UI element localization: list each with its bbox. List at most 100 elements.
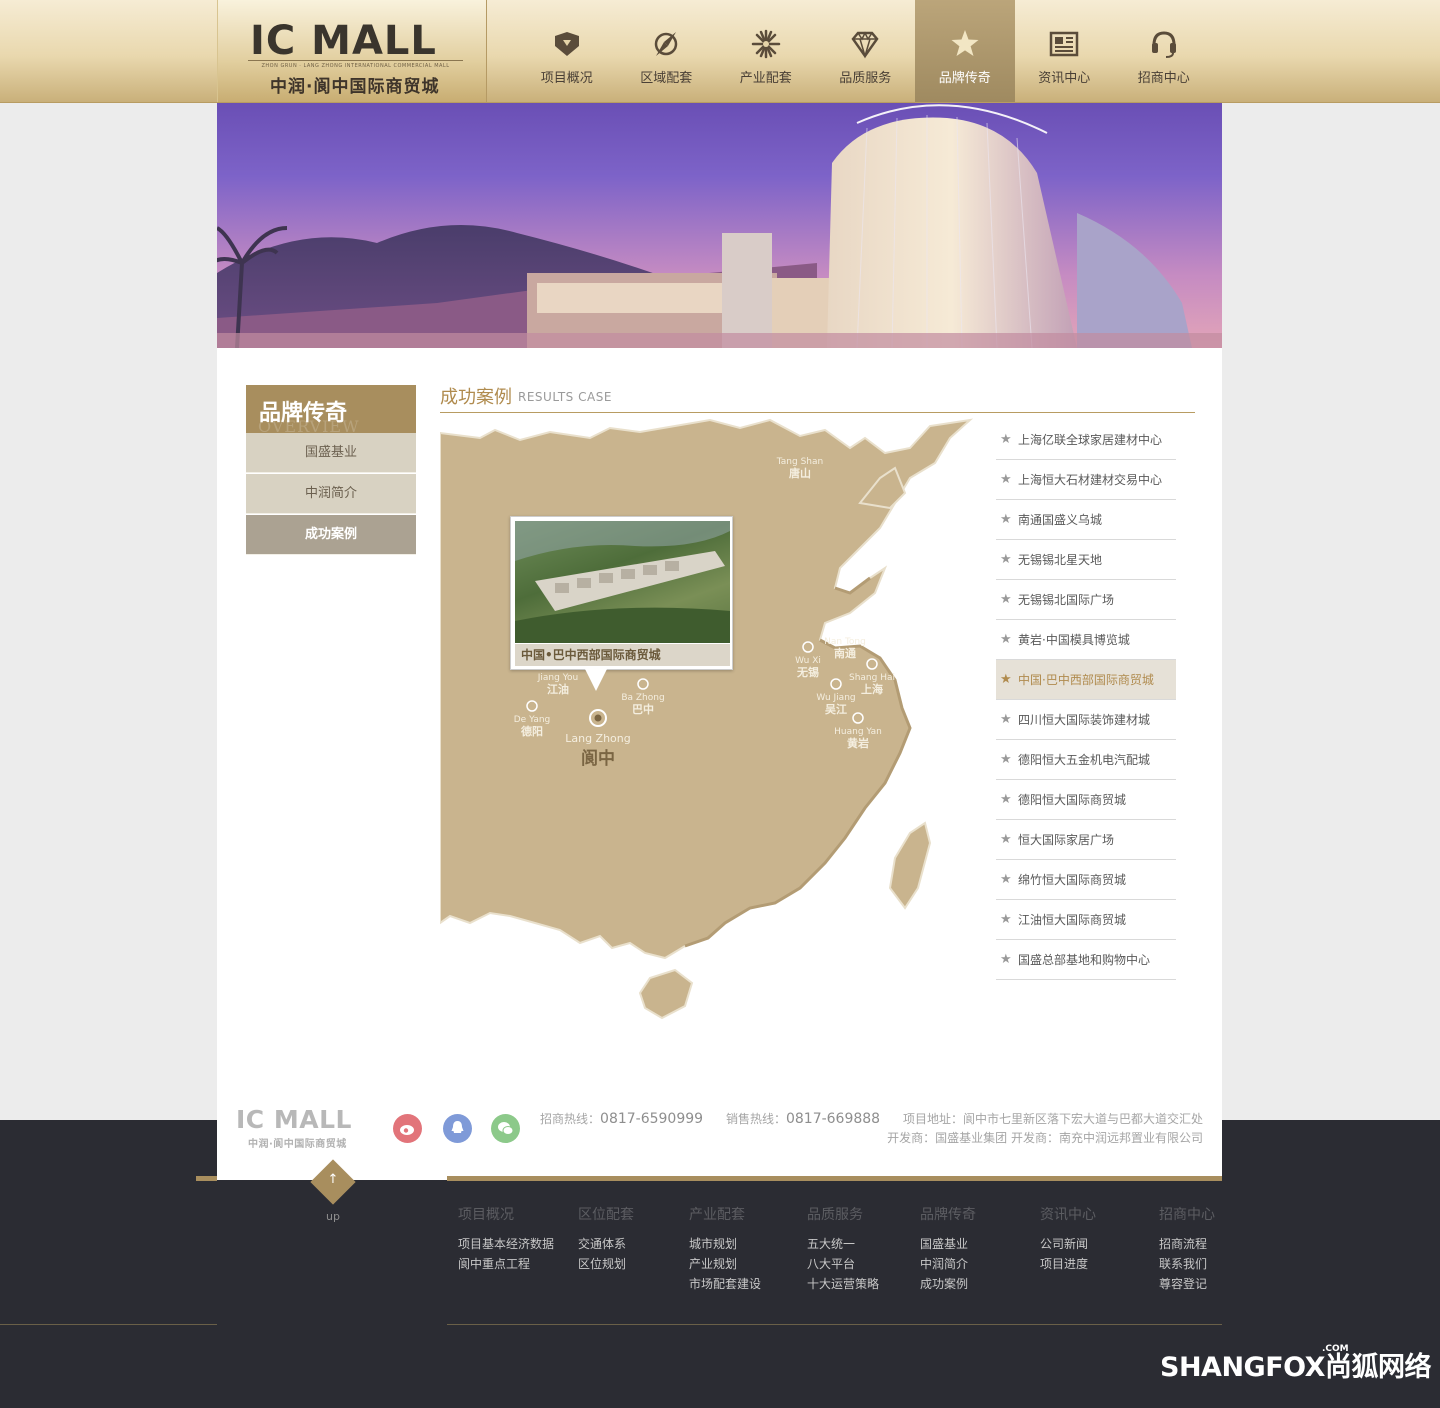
nav-item-3[interactable]: 品质服务: [816, 0, 916, 102]
case-item[interactable]: ★ 中国·巴中西部国际商贸城: [996, 660, 1176, 700]
case-item[interactable]: ★ 南通国盛义乌城: [996, 500, 1176, 540]
project-callout[interactable]: 中国•巴中西部国际商贸城: [510, 516, 733, 670]
sidebar-item-success-cases[interactable]: 成功案例: [246, 515, 416, 555]
footer-link[interactable]: 阆中重点工程: [458, 1254, 554, 1274]
footer-column: 产业配套城市规划 产业规划 市场配套建设: [689, 1204, 761, 1294]
callout-pointer: [585, 669, 607, 691]
case-item[interactable]: ★ 德阳恒大五金机电汽配城: [996, 740, 1176, 780]
case-item[interactable]: ★ 江油恒大国际商贸城: [996, 900, 1176, 940]
case-item[interactable]: ★ 德阳恒大国际商贸城: [996, 780, 1176, 820]
footer-link[interactable]: 五大统一: [807, 1234, 879, 1254]
sidebar-item-guosheng[interactable]: 国盛基业: [246, 433, 416, 473]
sidebar-header: 品牌传奇 OVERVIEW: [246, 385, 416, 433]
logo-divider: [248, 60, 463, 61]
case-item[interactable]: ★ 恒大国际家居广场: [996, 820, 1176, 860]
case-item[interactable]: ★ 黄岩·中国模具博览城: [996, 620, 1176, 660]
section-divider: [440, 412, 1195, 413]
case-item[interactable]: ★ 无锡锡北星天地: [996, 540, 1176, 580]
developer-info: 开发商：国盛基业集团 开发商：南充中润远邦置业有限公司: [887, 1131, 1203, 1145]
logo-subtitle: ZHON GRUN · LANG ZHONG INTERNATIONAL COM…: [261, 63, 450, 69]
footer-column-heading[interactable]: 品质服务: [807, 1204, 879, 1224]
footer-link[interactable]: 交通体系: [578, 1234, 634, 1254]
star-icon: ★: [1000, 472, 1012, 487]
footer-column-heading[interactable]: 资讯中心: [1040, 1204, 1096, 1224]
sales-number: 0817-669888: [785, 1111, 881, 1127]
city-name-en: Ba Zhong: [621, 693, 664, 703]
city-name-cn: 吴江: [825, 702, 847, 716]
star-icon: ★: [1000, 872, 1012, 887]
newspaper-icon: [1048, 28, 1080, 60]
footer-link[interactable]: 区位规划: [578, 1254, 634, 1274]
case-item[interactable]: ★ 无锡锡北国际广场: [996, 580, 1176, 620]
case-item[interactable]: ★ 上海亿联全球家居建材中心: [996, 420, 1176, 460]
nav-item-5[interactable]: 资讯中心: [1015, 0, 1115, 102]
footer-link[interactable]: 成功案例: [920, 1274, 976, 1294]
footer-link[interactable]: 十大运营策略: [807, 1274, 879, 1294]
gem-icon: [849, 28, 881, 60]
nav-label: 区域配套: [640, 71, 693, 86]
case-label: 无锡锡北国际广场: [1018, 593, 1115, 607]
case-item[interactable]: ★ 上海恒大石材建材交易中心: [996, 460, 1176, 500]
case-label: 黄岩·中国模具博览城: [1018, 633, 1130, 647]
weibo-icon[interactable]: [393, 1114, 422, 1143]
city-name-cn: 无锡: [796, 665, 819, 679]
nav-label: 品牌传奇: [938, 71, 991, 86]
footer-link[interactable]: 国盛基业: [920, 1234, 976, 1254]
city-dot-core: [594, 714, 602, 722]
footer-link[interactable]: 项目基本经济数据: [458, 1234, 554, 1254]
case-label: 恒大国际家居广场: [1018, 833, 1115, 847]
case-item[interactable]: ★ 四川恒大国际装饰建材城: [996, 700, 1176, 740]
footer-column: 品牌传奇国盛基业 中润简介 成功案例: [920, 1204, 976, 1294]
footer-column-heading[interactable]: 产业配套: [689, 1204, 761, 1224]
footer-link[interactable]: 中润简介: [920, 1254, 976, 1274]
project-callout-caption: 中国•巴中西部国际商贸城: [515, 644, 730, 666]
headset-icon: [1148, 28, 1180, 60]
nav-label: 资讯中心: [1038, 71, 1091, 86]
taiwan-shape: [888, 821, 932, 910]
footer-link[interactable]: 尊容登记: [1159, 1274, 1215, 1294]
city-name-cn: 唐山: [789, 466, 811, 480]
footer-column-heading[interactable]: 品牌传奇: [920, 1204, 976, 1224]
case-label: 上海恒大石材建材交易中心: [1018, 473, 1163, 487]
footer-column-heading[interactable]: 项目概况: [458, 1204, 554, 1224]
city-name-en: Lang Zhong: [565, 732, 631, 745]
case-label: 国盛总部基地和购物中心: [1018, 953, 1151, 967]
footer-logo[interactable]: IC MALL: [236, 1105, 352, 1134]
nav-item-1[interactable]: 区域配套: [617, 0, 717, 102]
footer-link[interactable]: 市场配套建设: [689, 1274, 761, 1294]
case-item[interactable]: ★ 国盛总部基地和购物中心: [996, 940, 1176, 980]
star-icon: ★: [1000, 432, 1012, 447]
case-label: 绵竹恒大国际商贸城: [1018, 873, 1127, 887]
nav-item-4[interactable]: 品牌传奇: [915, 0, 1015, 102]
footer-link[interactable]: 联系我们: [1159, 1254, 1215, 1274]
wechat-icon[interactable]: [491, 1114, 520, 1143]
nav-item-0[interactable]: 项目概况: [517, 0, 617, 102]
sidebar-item-zhongrun[interactable]: 中润简介: [246, 474, 416, 514]
nav-item-6[interactable]: 招商中心: [1114, 0, 1214, 102]
qq-icon[interactable]: [443, 1114, 472, 1143]
star-icon: [949, 28, 981, 60]
footer-link[interactable]: 产业规划: [689, 1254, 761, 1274]
footer-link[interactable]: 招商流程: [1159, 1234, 1215, 1254]
footer-logo-chinese: 中润·阆中国际商贸城: [248, 1139, 347, 1150]
logo-chinese-name: 中润·阆中国际商贸城: [270, 77, 440, 97]
sales-label: 销售热线：: [725, 1112, 786, 1126]
nav-label: 产业配套: [739, 71, 792, 86]
site-logo[interactable]: IC MALL ZHON GRUN · LANG ZHONG INTERNATI…: [217, 0, 487, 102]
city-name-cn: 黄岩: [847, 736, 869, 750]
footer-link[interactable]: 城市规划: [689, 1234, 761, 1254]
nav-item-2[interactable]: 产业配套: [716, 0, 816, 102]
footer-link[interactable]: 八大平台: [807, 1254, 879, 1274]
china-map: Tang Shan唐山 Nan Tong南通 Wu Xi无锡 Shang Hai上海 W…: [440, 418, 974, 1020]
footer-column-heading[interactable]: 区位配套: [578, 1204, 634, 1224]
star-icon: ★: [1000, 632, 1012, 647]
footer-column-heading[interactable]: 招商中心: [1159, 1204, 1215, 1224]
city-name-cn: 阆中: [581, 748, 615, 769]
case-label: 南通国盛义乌城: [1018, 513, 1103, 527]
footer-link[interactable]: 公司新闻: [1040, 1234, 1096, 1254]
compass-icon: [650, 28, 682, 60]
case-item[interactable]: ★ 绵竹恒大国际商贸城: [996, 860, 1176, 900]
footer-link[interactable]: 项目进度: [1040, 1254, 1096, 1274]
star-icon: ★: [1000, 592, 1012, 607]
footer-rule-left: [0, 1324, 217, 1325]
